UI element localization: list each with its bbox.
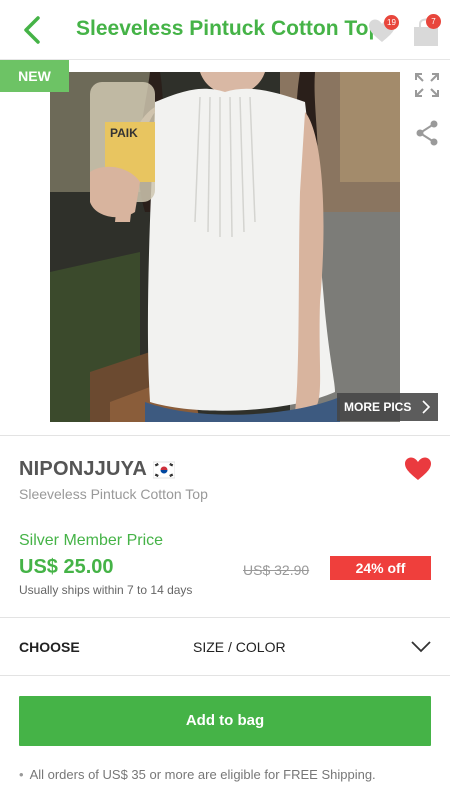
share-icon — [416, 120, 438, 146]
add-to-bag-button[interactable]: Add to bag — [19, 696, 431, 746]
new-tag: NEW — [0, 60, 69, 92]
expand-button[interactable] — [414, 72, 440, 98]
south-korea-flag-icon — [153, 461, 175, 479]
chevron-right-icon — [422, 400, 431, 414]
chevron-left-icon — [24, 16, 40, 44]
expand-icon — [415, 73, 439, 97]
bullet: • — [19, 767, 24, 782]
size-color-selector[interactable]: CHOOSE SIZE / COLOR — [0, 618, 450, 675]
wishlist-button[interactable]: 19 — [368, 15, 400, 46]
bag-count-badge: 7 — [426, 14, 441, 29]
member-price-label: Silver Member Price — [19, 532, 164, 549]
heart-icon — [405, 457, 431, 480]
product-name: Sleeveless Pintuck Cotton Top — [19, 486, 208, 502]
free-shipping-text: All orders of US$ 35 or more are eligibl… — [29, 767, 376, 782]
divider — [0, 675, 450, 676]
more-pics-label: MORE PICS — [344, 400, 412, 414]
product-photo-illustration: PAIK — [50, 72, 400, 422]
divider — [0, 435, 450, 436]
chevron-down-icon — [411, 641, 431, 653]
shopping-bag-button[interactable]: 7 — [412, 14, 441, 48]
share-button[interactable] — [414, 120, 440, 146]
wishlist-count-badge: 19 — [384, 15, 399, 30]
discount-badge: 24% off — [330, 556, 431, 580]
more-pics-button[interactable]: MORE PICS — [337, 393, 438, 421]
shipping-note: Usually ships within 7 to 14 days — [19, 583, 193, 597]
price: US$ 25.00 — [19, 556, 114, 578]
back-button[interactable] — [18, 14, 48, 46]
choose-value: SIZE / COLOR — [193, 639, 286, 655]
page-title: Sleeveless Pintuck Cotton Top — [76, 17, 382, 40]
free-shipping-notice: • All orders of US$ 35 or more are eligib… — [19, 767, 376, 782]
choose-label: CHOOSE — [19, 639, 80, 655]
favorite-button[interactable] — [404, 456, 432, 482]
svg-text:PAIK: PAIK — [110, 126, 138, 140]
brand-name[interactable]: NIPONJJUYA — [19, 458, 147, 481]
app-header: Sleeveless Pintuck Cotton Top 19 7 — [0, 0, 450, 60]
product-gallery: PAIK NEW MORE PICS — [0, 60, 450, 435]
original-price: US$ 32.90 — [243, 562, 310, 578]
product-photo[interactable]: PAIK — [50, 72, 400, 422]
